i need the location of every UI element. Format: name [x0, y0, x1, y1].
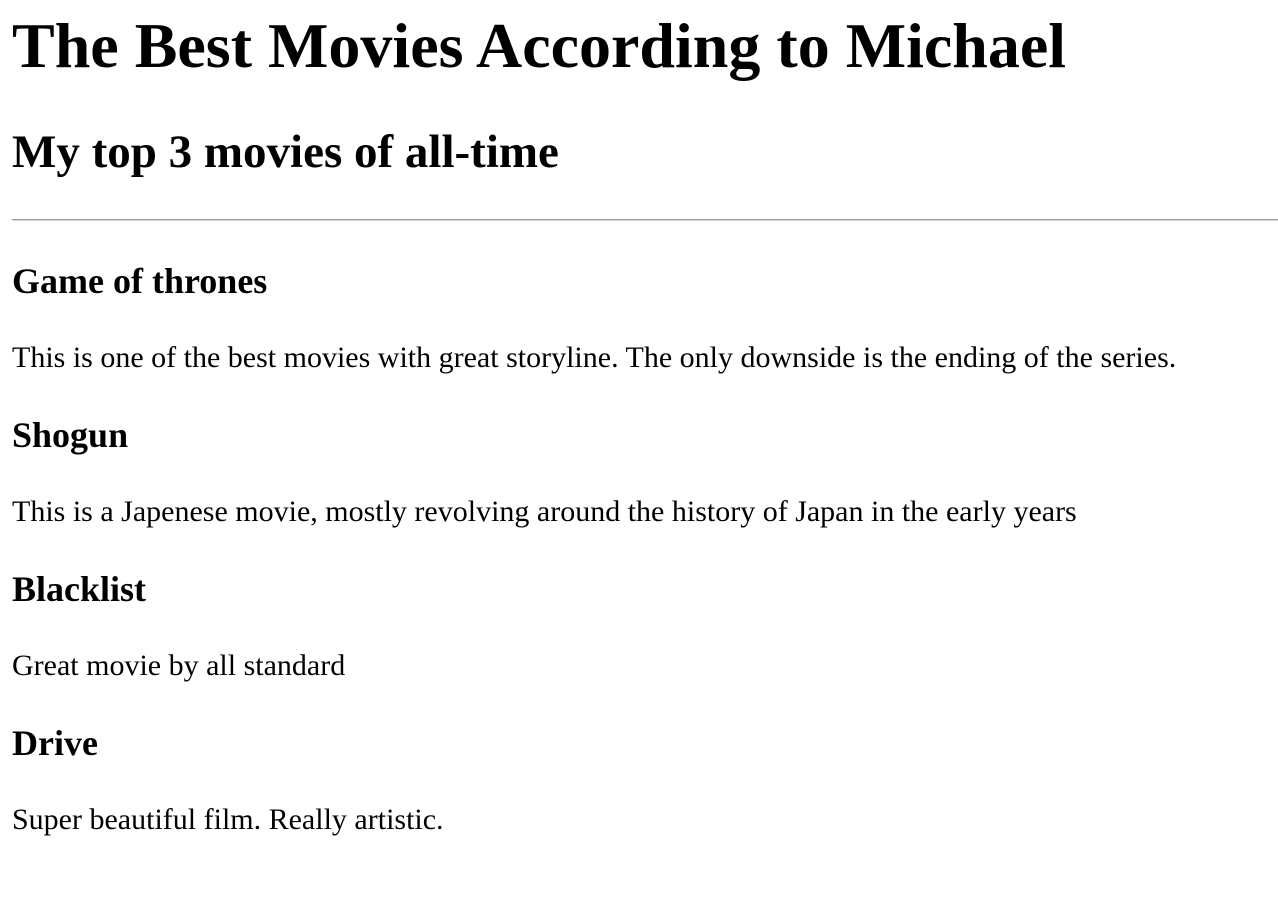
movie-description: Super beautiful film. Really artistic.: [12, 803, 444, 836]
movie-item-shogun: Shogun This is a Japenese movie, mostly …: [12, 417, 1278, 527]
movie-description: Great movie by all standard: [12, 649, 346, 682]
movie-list: Game of thrones This is one of the best …: [12, 263, 1278, 835]
page-title: The Best Movies According to Michael: [12, 10, 1067, 81]
horizontal-divider: [12, 219, 1278, 221]
movie-item-game-of-thrones: Game of thrones This is one of the best …: [12, 263, 1278, 373]
movie-description: This is one of the best movies with grea…: [12, 341, 1177, 374]
movie-item-blacklist: Blacklist Great movie by all standard: [12, 571, 1278, 681]
page-content: The Best Movies According to Michael My …: [0, 14, 1278, 835]
movie-title: Drive: [12, 723, 98, 763]
page-subtitle: My top 3 movies of all-time: [12, 126, 559, 178]
movie-title: Game of thrones: [12, 261, 268, 301]
movie-item-drive: Drive Super beautiful film. Really artis…: [12, 725, 1278, 835]
movie-description: This is a Japenese movie, mostly revolvi…: [12, 495, 1077, 528]
movie-title: Blacklist: [12, 569, 147, 609]
movie-title: Shogun: [12, 415, 129, 455]
